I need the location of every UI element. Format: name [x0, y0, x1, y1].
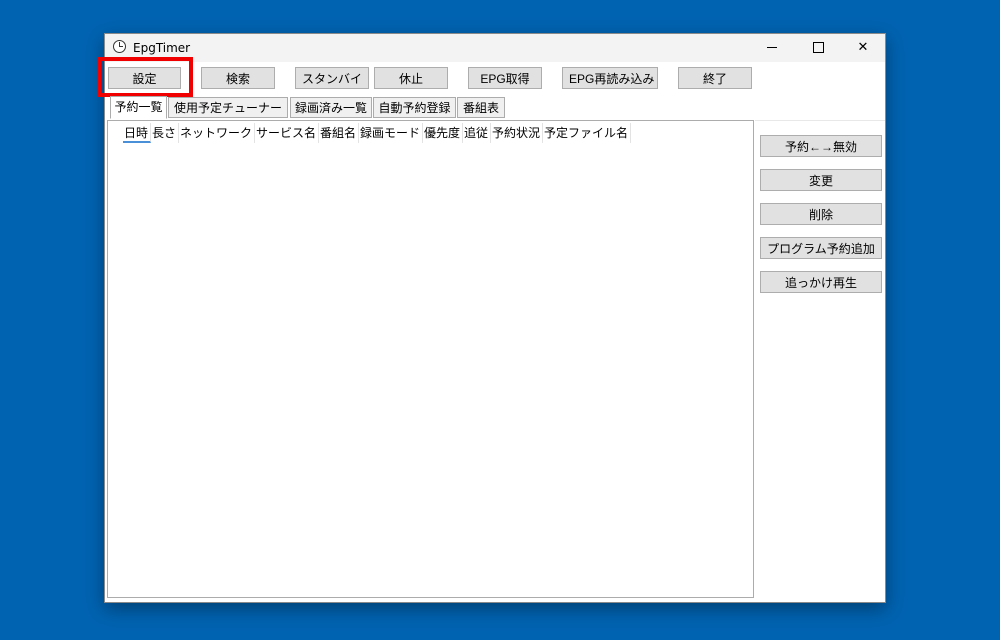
column-header-duration[interactable]: 長さ — [151, 123, 179, 143]
action-panel: 予約←→無効 変更 削除 プログラム予約追加 追っかけ再生 — [755, 120, 885, 599]
reserve-list[interactable]: 日時 長さ ネットワーク サービス名 番組名 録画モード 優先度 追従 予約状況… — [107, 120, 754, 598]
column-header-status[interactable]: 予約状況 — [491, 123, 543, 143]
toggle-reserve-button[interactable]: 予約←→無効 — [760, 135, 882, 157]
close-button[interactable]: ✕ — [840, 34, 886, 62]
column-header-network[interactable]: ネットワーク — [179, 123, 255, 143]
column-header-rec-mode[interactable]: 録画モード — [359, 123, 423, 143]
tab-recorded-list[interactable]: 録画済み一覧 — [290, 97, 372, 118]
minimize-button[interactable] — [749, 34, 795, 62]
column-header-filename[interactable]: 予定ファイル名 — [543, 123, 631, 143]
tab-epg-grid[interactable]: 番組表 — [457, 97, 505, 118]
delete-button[interactable]: 削除 — [760, 203, 882, 225]
tab-reserve-list[interactable]: 予約一覧 — [110, 96, 167, 119]
settings-button[interactable]: 設定 — [108, 67, 181, 89]
title-bar[interactable]: EpgTimer ✕ — [105, 34, 885, 62]
maximize-icon — [812, 42, 824, 53]
change-button[interactable]: 変更 — [760, 169, 882, 191]
suspend-button[interactable]: 休止 — [374, 67, 448, 89]
search-button[interactable]: 検索 — [201, 67, 275, 89]
standby-button[interactable]: スタンバイ — [295, 67, 369, 89]
column-header-datetime[interactable]: 日時 — [123, 123, 151, 143]
epg-reload-button[interactable]: EPG再読み込み — [562, 67, 658, 89]
window-title: EpgTimer — [133, 41, 191, 55]
app-window: EpgTimer ✕ 設定 検索 スタンバイ 休止 EPG取得 EPG再読み込み… — [97, 33, 886, 603]
close-icon: ✕ — [857, 40, 869, 55]
clock-icon — [113, 40, 126, 53]
minimize-icon — [767, 47, 777, 48]
tab-tuner-schedule[interactable]: 使用予定チューナー — [168, 97, 288, 118]
epg-acquire-button[interactable]: EPG取得 — [468, 67, 542, 89]
column-header-priority[interactable]: 優先度 — [423, 123, 463, 143]
maximize-button[interactable] — [795, 34, 841, 62]
add-program-reserve-button[interactable]: プログラム予約追加 — [760, 237, 882, 259]
column-header-service[interactable]: サービス名 — [255, 123, 319, 143]
tab-auto-reserve[interactable]: 自動予約登録 — [373, 97, 456, 118]
column-header-follow[interactable]: 追従 — [463, 123, 491, 143]
exit-button[interactable]: 終了 — [678, 67, 752, 89]
chase-play-button[interactable]: 追っかけ再生 — [760, 271, 882, 293]
column-header-program[interactable]: 番組名 — [319, 123, 359, 143]
